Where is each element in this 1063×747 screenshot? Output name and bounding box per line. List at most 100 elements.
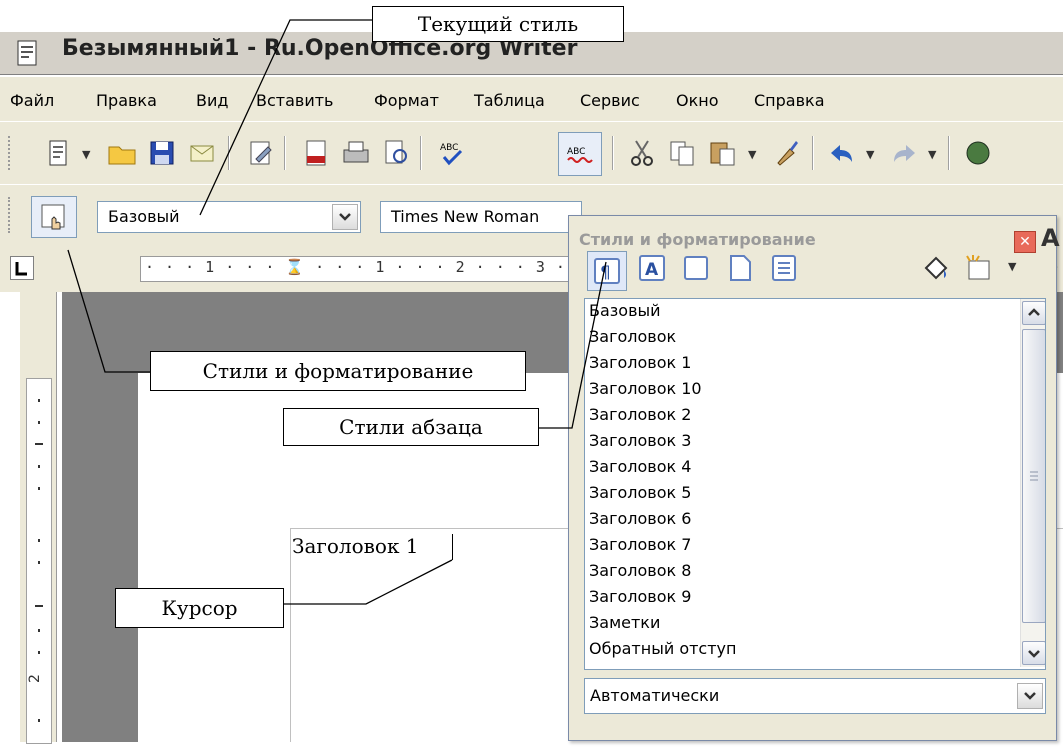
- scroll-thumb[interactable]: [1022, 329, 1045, 623]
- paragraph-styles-icon: ¶: [594, 258, 620, 284]
- list-item[interactable]: Заголовок: [589, 327, 676, 346]
- list-styles-icon[interactable]: [768, 252, 800, 284]
- callout-paragraph-styles: Стили абзаца: [283, 408, 539, 446]
- toolbar-separator: [812, 136, 814, 170]
- edit-file-icon[interactable]: [244, 137, 276, 169]
- paste-dropdown-icon[interactable]: ▼: [748, 148, 756, 161]
- toolbar-separator: [284, 136, 286, 170]
- callout-current-style: Текущий стиль: [372, 6, 624, 42]
- list-item[interactable]: Заголовок 1: [589, 353, 691, 372]
- new-document-icon[interactable]: [42, 137, 74, 169]
- scroll-down-button[interactable]: [1022, 641, 1045, 665]
- callout-cursor: Курсор: [115, 588, 284, 628]
- toolbar-separator: [420, 136, 422, 170]
- redo-icon[interactable]: [888, 137, 920, 169]
- redo-dropdown-icon[interactable]: ▼: [928, 148, 936, 161]
- page-styles-icon[interactable]: [724, 252, 756, 284]
- scroll-up-button[interactable]: [1022, 301, 1045, 325]
- chevron-down-icon: [1028, 650, 1040, 658]
- vertical-ruler[interactable]: 2: [20, 292, 57, 744]
- new-style-from-selection-icon[interactable]: [962, 252, 994, 284]
- frame-styles-icon[interactable]: [680, 252, 712, 284]
- chevron-down-icon[interactable]: [332, 204, 358, 230]
- export-pdf-icon[interactable]: [300, 137, 332, 169]
- menu-view[interactable]: Вид: [196, 91, 228, 110]
- text-cursor: [452, 534, 453, 560]
- stylist-icon: [41, 204, 65, 230]
- style-list[interactable]: Базовый Заголовок Заголовок 1 Заголовок …: [584, 298, 1046, 670]
- menu-table[interactable]: Таблица: [474, 91, 545, 110]
- toolbar-separator: [612, 136, 614, 170]
- menu-bar: Файл Правка Вид Вставить Формат Таблица …: [0, 77, 1063, 121]
- character-styles-icon[interactable]: A: [636, 252, 668, 284]
- svg-text:ABC: ABC: [567, 147, 585, 157]
- list-item[interactable]: Заголовок 9: [589, 587, 691, 606]
- toolbar-grip[interactable]: [8, 136, 13, 170]
- menu-window[interactable]: Окно: [676, 91, 719, 110]
- undo-icon[interactable]: [826, 137, 858, 169]
- paragraph-style-value: Базовый: [108, 207, 180, 226]
- list-item[interactable]: Заголовок 5: [589, 483, 691, 502]
- toolbar-grip[interactable]: [8, 197, 13, 233]
- tab-stop-selector[interactable]: [10, 256, 34, 280]
- list-item[interactable]: Обратный отступ: [589, 639, 736, 658]
- list-item[interactable]: Заголовок 2: [589, 405, 691, 424]
- svg-text:A: A: [645, 260, 659, 280]
- stylist-toolbar: ¶ A ▼: [574, 246, 1052, 298]
- menu-insert[interactable]: Вставить: [256, 91, 333, 110]
- vertical-ruler-ticks: 2: [27, 399, 43, 722]
- list-item[interactable]: Заметки: [589, 613, 660, 632]
- font-name-value: Times New Roman: [391, 207, 540, 226]
- list-item[interactable]: Заголовок 8: [589, 561, 691, 580]
- hyperlink-icon[interactable]: [962, 137, 994, 169]
- menu-edit[interactable]: Правка: [96, 91, 157, 110]
- chevron-down-icon[interactable]: [1017, 683, 1043, 709]
- new-style-dropdown-icon[interactable]: ▼: [1008, 260, 1016, 273]
- spellcheck-icon[interactable]: ABC: [436, 137, 468, 169]
- font-name-combo[interactable]: Times New Roman: [380, 201, 582, 233]
- style-filter-combo[interactable]: Автоматически: [584, 678, 1046, 714]
- vertical-ruler-strip: 2: [26, 378, 52, 744]
- menu-tools[interactable]: Сервис: [580, 91, 640, 110]
- text-boundary-left: [290, 528, 291, 742]
- paste-icon[interactable]: [706, 137, 738, 169]
- menu-format[interactable]: Формат: [374, 91, 439, 110]
- chevron-up-icon: [1028, 308, 1040, 316]
- menu-file[interactable]: Файл: [10, 91, 54, 110]
- print-icon[interactable]: [340, 137, 372, 169]
- document-text[interactable]: Заголовок 1: [292, 534, 419, 558]
- page-preview-icon[interactable]: [380, 137, 412, 169]
- horizontal-ruler-marks: · · · 1 · · · ⌛ · · · 1 · · · 2 · · · 3 …: [145, 258, 586, 276]
- cut-icon[interactable]: [626, 137, 658, 169]
- grip-lines-icon: [1030, 471, 1038, 481]
- writer-app-icon[interactable]: [12, 38, 42, 68]
- undo-dropdown-icon[interactable]: ▼: [866, 148, 874, 161]
- copy-icon[interactable]: [666, 137, 698, 169]
- style-list-scrollbar[interactable]: [1020, 299, 1045, 667]
- list-item[interactable]: Базовый: [589, 301, 661, 320]
- list-item[interactable]: Заголовок 7: [589, 535, 691, 554]
- menu-help[interactable]: Справка: [754, 91, 825, 110]
- new-dropdown-icon[interactable]: ▼: [82, 148, 90, 161]
- svg-text:¶: ¶: [600, 263, 611, 283]
- open-folder-icon[interactable]: [106, 137, 138, 169]
- format-paintbrush-icon[interactable]: [770, 137, 802, 169]
- toolbar-separator: [228, 136, 230, 170]
- autospellcheck-icon: ABC: [567, 147, 593, 163]
- fill-format-mode-icon[interactable]: [920, 252, 952, 284]
- callout-styles-formatting: Стили и форматирование: [150, 351, 526, 391]
- list-item[interactable]: Заголовок 3: [589, 431, 691, 450]
- autospellcheck-button[interactable]: ABC: [558, 132, 602, 176]
- list-item[interactable]: Заголовок 10: [589, 379, 702, 398]
- list-item[interactable]: Заголовок 6: [589, 509, 691, 528]
- list-item[interactable]: Заголовок 4: [589, 457, 691, 476]
- styles-formatting-panel: Стили и форматирование ✕ A ¶ A ▼ Базовый…: [568, 215, 1060, 741]
- styles-formatting-button[interactable]: [31, 196, 77, 238]
- paragraph-style-combo[interactable]: Базовый: [97, 201, 361, 233]
- email-icon[interactable]: [186, 137, 218, 169]
- svg-text:2: 2: [27, 674, 43, 683]
- paragraph-styles-button[interactable]: ¶: [587, 251, 627, 291]
- toolbar-separator: [948, 136, 950, 170]
- save-icon[interactable]: [146, 137, 178, 169]
- standard-toolbar: ▼ ABC ABC ▼ ▼ ▼: [0, 121, 1063, 184]
